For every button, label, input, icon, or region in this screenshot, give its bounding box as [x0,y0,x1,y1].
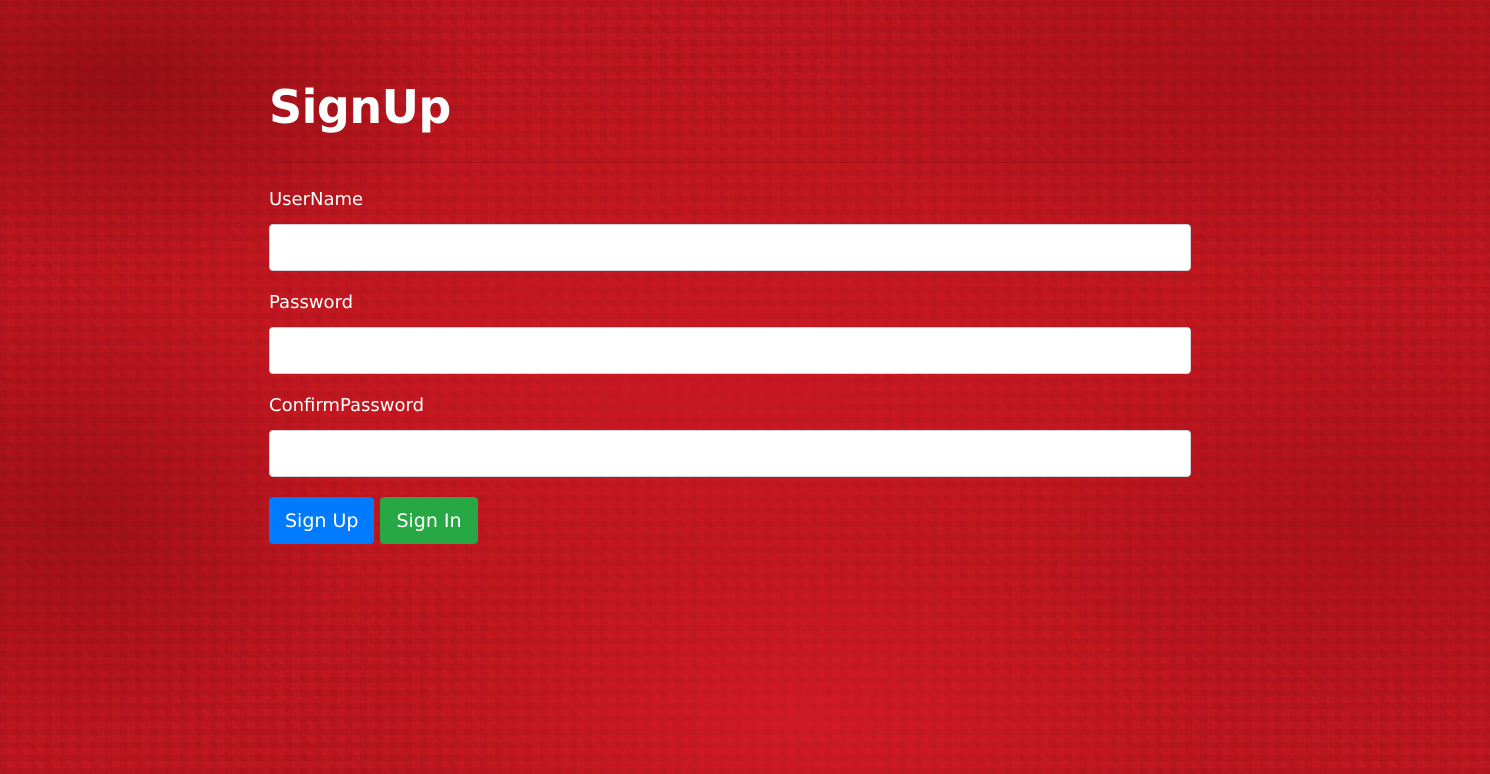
title-divider [269,162,1191,163]
page-title: SignUp [269,80,451,134]
sign-up-button[interactable]: Sign Up [269,497,375,544]
password-label: Password [269,292,354,313]
button-row: Sign Up Sign In [269,497,1191,544]
confirm-password-label: ConfirmPassword [269,395,425,416]
username-label: UserName [269,189,364,210]
signup-container: SignUp UserName Password ConfirmPassword… [269,80,1191,544]
username-input[interactable] [269,224,1191,271]
username-group: UserName [269,189,1191,271]
password-group: Password [269,292,1191,374]
confirm-password-input[interactable] [269,430,1191,477]
confirm-password-group: ConfirmPassword [269,395,1191,477]
sign-in-button[interactable]: Sign In [380,497,478,544]
password-input[interactable] [269,327,1191,374]
